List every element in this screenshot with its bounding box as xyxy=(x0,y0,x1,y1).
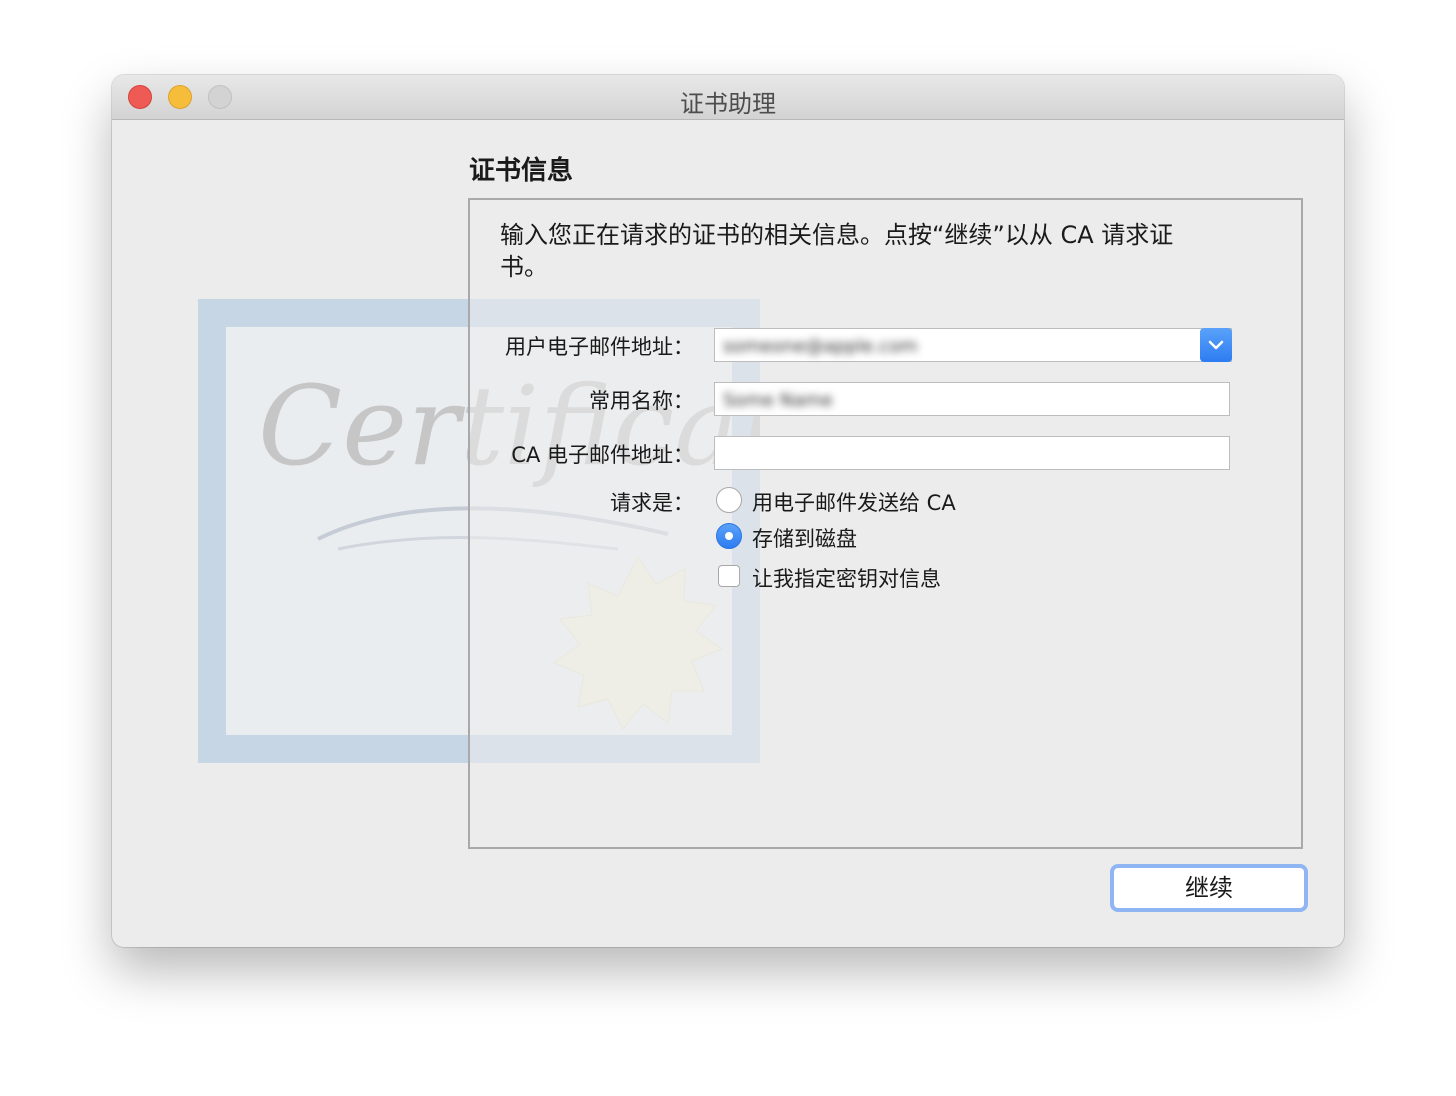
key-pair-checkbox[interactable] xyxy=(718,565,740,587)
common-name-label: 常用名称： xyxy=(589,389,694,413)
certificate-assistant-window: 证书助理 Certificate 证书信息 输入您正在请求的证书的相关信息。点按… xyxy=(112,75,1344,947)
continue-button[interactable]: 继续 xyxy=(1110,864,1308,912)
radio-email-ca-label[interactable]: 用电子邮件发送给 CA xyxy=(752,487,956,517)
chevron-down-icon xyxy=(1208,340,1224,350)
email-dropdown-button[interactable] xyxy=(1200,328,1232,362)
radio-save-to-disk-label[interactable]: 存储到磁盘 xyxy=(752,523,857,553)
intro-text: 输入您正在请求的证书的相关信息。点按“继续”以从 CA 请求证书。 xyxy=(500,221,1174,281)
window-title: 证书助理 xyxy=(680,90,776,118)
email-label: 用户电子邮件地址： xyxy=(505,335,694,359)
email-value: someone@apple.com xyxy=(723,336,918,357)
key-pair-checkbox-label[interactable]: 让我指定密钥对信息 xyxy=(752,563,941,593)
common-name-value: Some Name xyxy=(723,390,833,411)
form-panel xyxy=(468,198,1303,849)
title-bar[interactable]: 证书助理 xyxy=(112,75,1344,120)
ca-email-field[interactable] xyxy=(714,436,1230,470)
email-combobox[interactable]: someone@apple.com xyxy=(714,328,1232,362)
ca-email-label: CA 电子邮件地址： xyxy=(511,443,694,467)
request-label: 请求是： xyxy=(610,491,694,515)
radio-email-ca[interactable] xyxy=(716,487,742,513)
radio-save-to-disk[interactable] xyxy=(716,523,742,549)
section-title: 证书信息 xyxy=(469,156,574,186)
common-name-field[interactable]: Some Name xyxy=(714,382,1230,416)
